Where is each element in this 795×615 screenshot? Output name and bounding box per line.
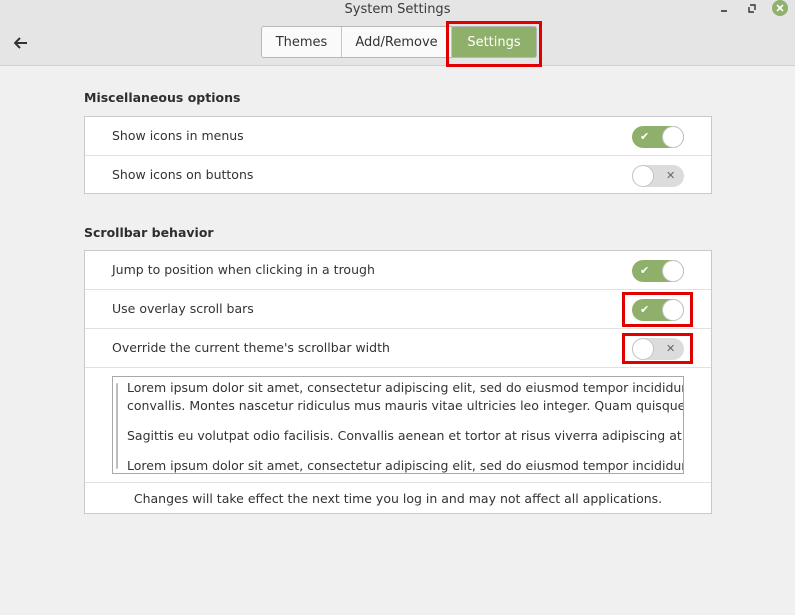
show-icons-in-menus-switch[interactable]: ✔ <box>632 126 684 148</box>
check-icon: ✔ <box>640 303 650 316</box>
override-scrollbar-width-switch[interactable]: ✕ <box>632 338 684 360</box>
header-bar: System Settings Themes Add/Remove Settin… <box>0 0 795 66</box>
overlay-scrollbar-indicator[interactable] <box>116 383 118 469</box>
jump-to-position-label: Jump to position when clicking in a trou… <box>112 262 375 277</box>
preview-text-line: Lorem ipsum dolor sit amet, consectetur … <box>127 458 683 473</box>
maximize-button[interactable] <box>744 2 760 16</box>
cross-icon: ✕ <box>666 169 676 182</box>
jump-to-position-switch[interactable]: ✔ <box>632 260 684 282</box>
minimize-icon <box>721 10 727 12</box>
restore-icon <box>748 4 756 13</box>
show-icons-on-buttons-label: Show icons on buttons <box>112 167 254 182</box>
back-arrow-icon <box>14 37 27 49</box>
cross-icon: ✕ <box>666 342 676 355</box>
tab-themes[interactable]: Themes <box>262 27 342 57</box>
misc-section-title: Miscellaneous options <box>84 90 241 105</box>
switch-knob <box>663 300 683 320</box>
close-icon <box>776 4 784 12</box>
row-show-icons-in-menus: Show icons in menus ✔ <box>85 117 711 156</box>
scrollbar-preview-textview[interactable]: Lorem ipsum dolor sit amet, consectetur … <box>112 376 684 474</box>
minimize-button[interactable] <box>716 2 732 16</box>
preview-text-line: Sagittis eu volutpat odio facilisis. Con… <box>127 428 684 443</box>
back-button[interactable] <box>8 30 34 56</box>
show-icons-in-menus-label: Show icons in menus <box>112 128 244 143</box>
check-icon: ✔ <box>640 264 650 277</box>
scrollbar-section-title: Scrollbar behavior <box>84 225 214 240</box>
window-title: System Settings <box>344 2 451 17</box>
row-override-scrollbar-width: Override the current theme's scrollbar w… <box>85 329 711 368</box>
divider <box>85 482 711 483</box>
row-overlay-scroll-bars: Use overlay scroll bars ✔ <box>85 290 711 329</box>
overlay-scroll-bars-label: Use overlay scroll bars <box>112 301 254 316</box>
preview-blank-line <box>127 445 683 457</box>
preview-text-line: convallis. Montes nascetur ridiculus mus… <box>127 398 684 413</box>
switch-knob <box>663 127 683 147</box>
overlay-scroll-bars-switch[interactable]: ✔ <box>632 299 684 321</box>
switch-knob <box>633 166 653 186</box>
scrollbar-options-panel: Jump to position when clicking in a trou… <box>84 250 712 514</box>
override-scrollbar-width-label: Override the current theme's scrollbar w… <box>112 340 390 355</box>
tab-settings[interactable]: Settings <box>452 27 536 57</box>
switch-knob <box>663 261 683 281</box>
row-show-icons-on-buttons: Show icons on buttons ✕ <box>85 156 711 195</box>
close-button[interactable] <box>772 0 788 16</box>
switch-knob <box>633 339 653 359</box>
check-icon: ✔ <box>640 130 650 143</box>
changes-note: Changes will take effect the next time y… <box>133 491 663 506</box>
misc-options-panel: Show icons in menus ✔ Show icons on butt… <box>84 116 712 194</box>
preview-text-line: Lorem ipsum dolor sit amet, consectetur … <box>127 380 683 395</box>
tab-add-remove[interactable]: Add/Remove <box>342 27 452 57</box>
show-icons-on-buttons-switch[interactable]: ✕ <box>632 165 684 187</box>
row-jump-to-position: Jump to position when clicking in a trou… <box>85 251 711 290</box>
preview-blank-line <box>127 415 683 427</box>
tab-bar: Themes Add/Remove Settings <box>261 26 537 58</box>
